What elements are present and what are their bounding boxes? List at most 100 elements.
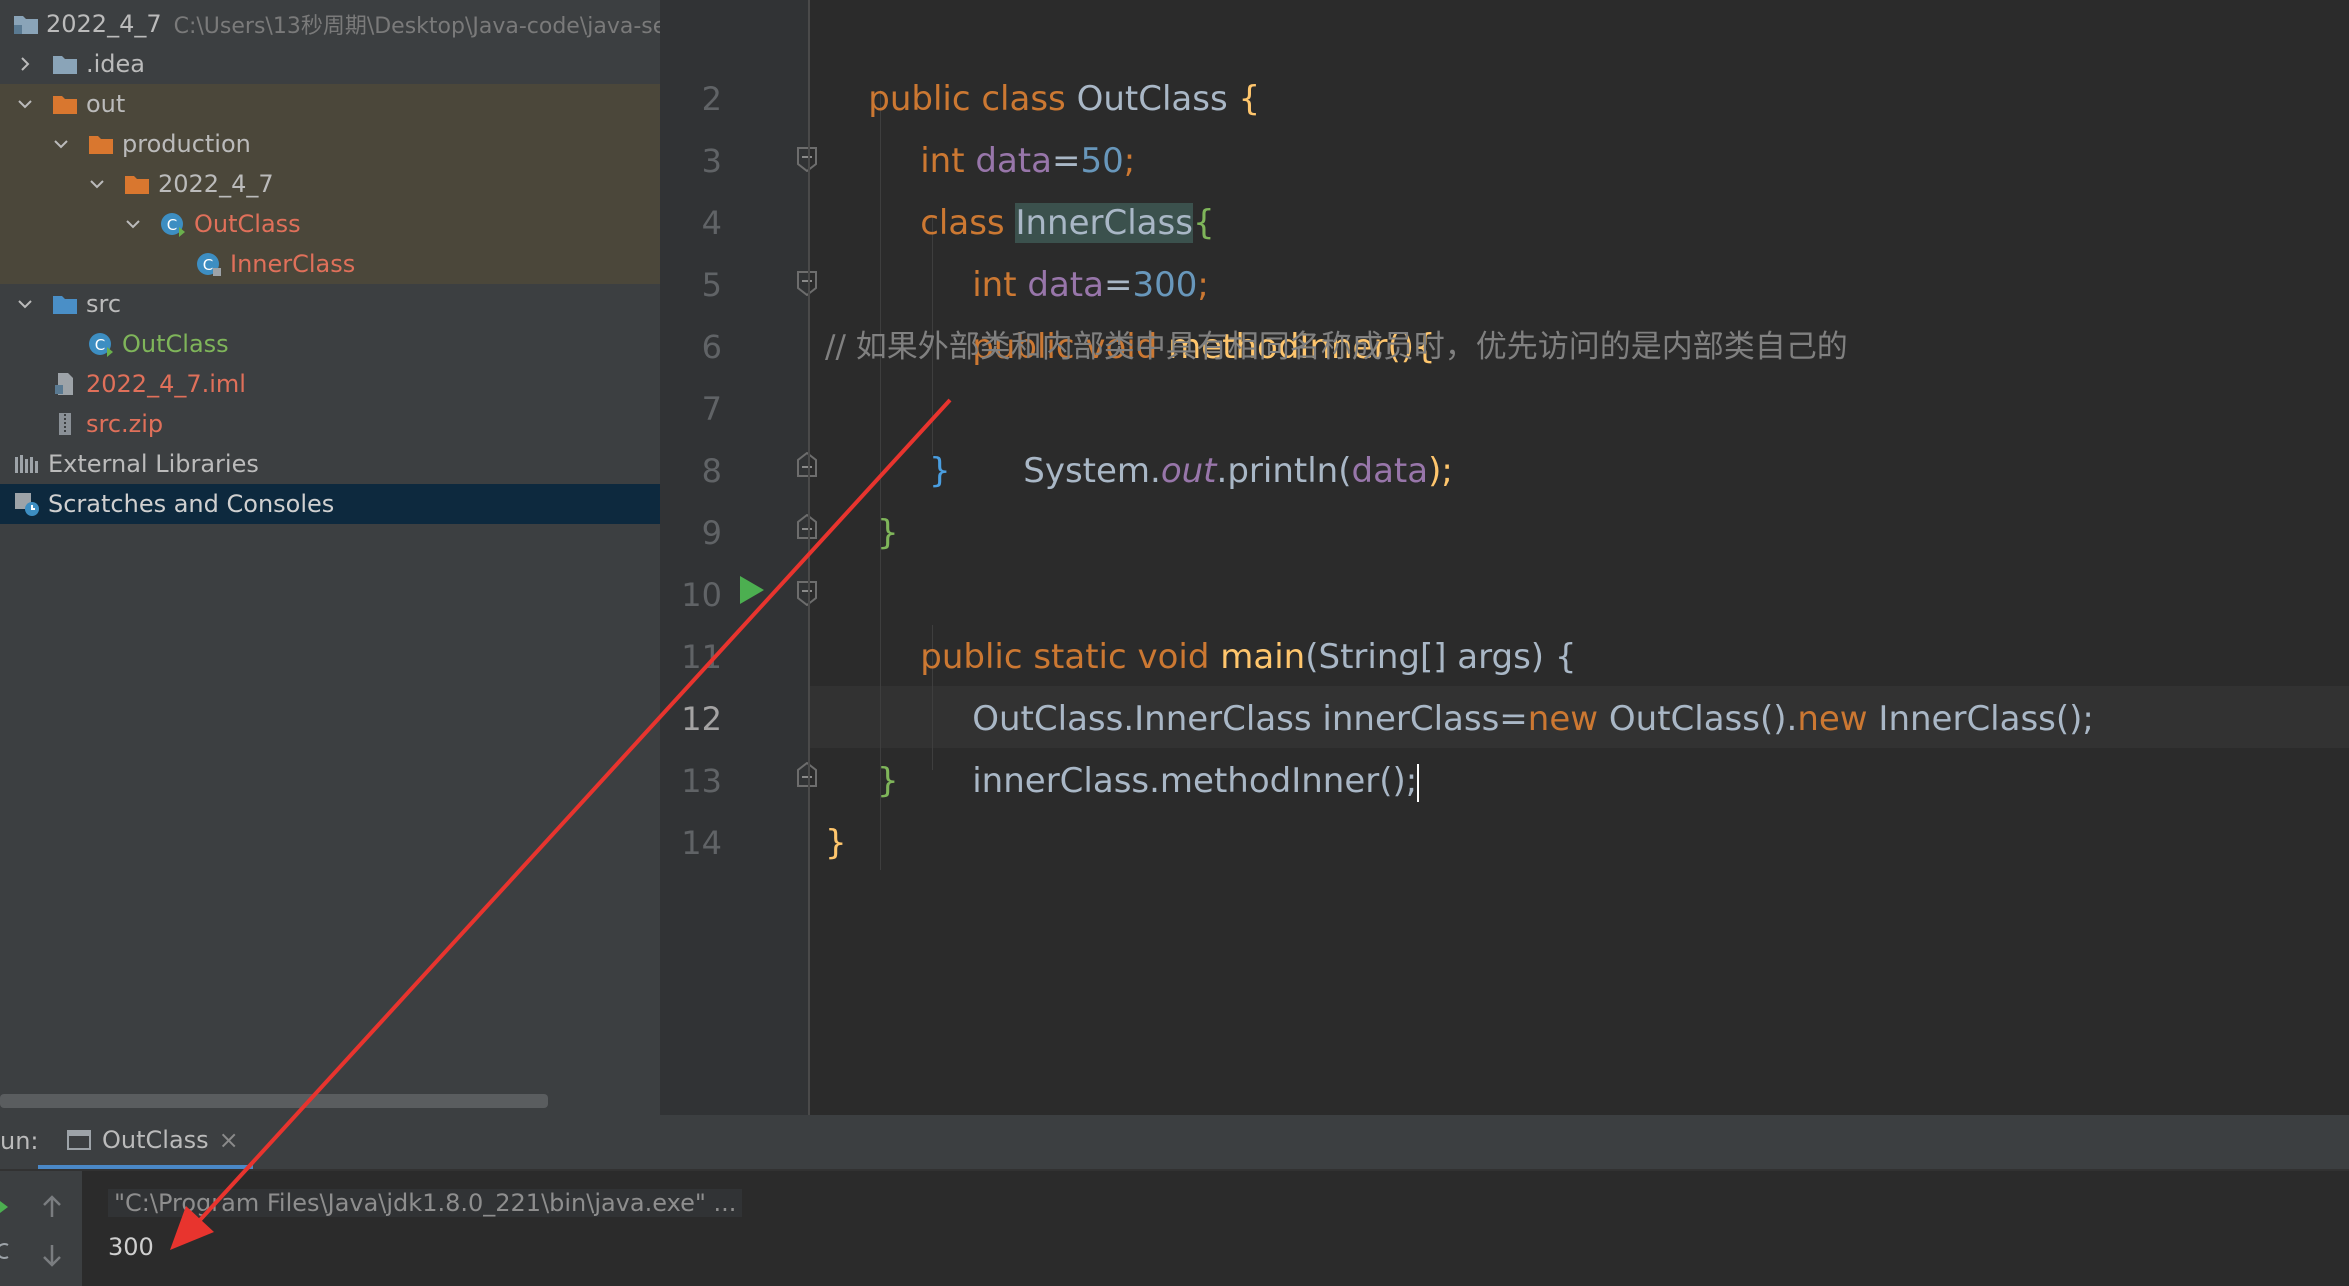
code-line-3: class InnerClass{ bbox=[877, 130, 1215, 243]
code-line-7: System.out.println(data); bbox=[980, 378, 1453, 491]
line-number: 9 bbox=[701, 514, 722, 552]
fold-end-icon[interactable] bbox=[796, 761, 818, 788]
source-folder-icon bbox=[50, 290, 80, 318]
run-tab-outclass[interactable]: OutClass × bbox=[38, 1115, 253, 1169]
code-line-14: } bbox=[825, 823, 847, 863]
tree-item-outclass-source[interactable]: C OutClass bbox=[0, 324, 660, 364]
excluded-folder-icon bbox=[122, 170, 152, 198]
code-token: new bbox=[1527, 699, 1599, 739]
tree-item-idea[interactable]: .idea bbox=[0, 44, 660, 84]
console-output-value: 300 bbox=[108, 1233, 154, 1261]
fold-toggle-icon[interactable] bbox=[796, 146, 818, 173]
text-caret bbox=[1417, 763, 1420, 802]
tree-item-scratches[interactable]: Scratches and Consoles bbox=[0, 484, 660, 524]
run-tab-label: OutClass bbox=[102, 1126, 209, 1154]
code-token: .println( bbox=[1216, 451, 1352, 491]
svg-text:C: C bbox=[203, 256, 213, 274]
run-main-icon[interactable] bbox=[736, 574, 766, 606]
code-line-5: public void methodInner(){ bbox=[929, 254, 1435, 367]
code-line-4: int data=300; bbox=[929, 192, 1209, 305]
code-editor[interactable]: 2 3 4 5 6 7 8 9 10 11 12 13 14 public cl… bbox=[660, 0, 2349, 1115]
svg-text:C: C bbox=[95, 336, 105, 354]
line-number: 8 bbox=[701, 452, 722, 490]
svg-text:C: C bbox=[167, 216, 177, 234]
line-number: 7 bbox=[701, 390, 722, 428]
chevron-down-icon[interactable] bbox=[122, 213, 144, 235]
tree-item-src[interactable]: src bbox=[0, 284, 660, 324]
horizontal-scrollbar[interactable] bbox=[0, 1094, 548, 1108]
code-line-12: innerClass.methodInner(); bbox=[929, 688, 1420, 802]
code-token: innerClass.methodInner(); bbox=[972, 761, 1418, 801]
scroll-down-icon[interactable] bbox=[38, 1241, 66, 1269]
console-icon bbox=[67, 1130, 91, 1150]
line-number: 13 bbox=[681, 762, 722, 800]
scratches-icon bbox=[12, 490, 42, 518]
tree-root-path: C:\Users\13秒周期\Desktop\Java-code\java-se… bbox=[173, 14, 660, 39]
excluded-folder-icon bbox=[86, 130, 116, 158]
line-number: 2 bbox=[701, 80, 722, 118]
archive-icon bbox=[50, 410, 80, 438]
tree-item-out[interactable]: out bbox=[0, 84, 660, 124]
run-tab-bar: un: OutClass × bbox=[0, 1115, 2349, 1171]
editor-gutter: 2 3 4 5 6 7 8 9 10 11 12 13 14 bbox=[660, 0, 817, 1115]
code-token: { bbox=[1227, 79, 1261, 119]
line-number: 10 bbox=[681, 576, 722, 614]
class-icon: C bbox=[86, 330, 116, 358]
code-token: new bbox=[1797, 699, 1868, 739]
tree-item-external-libraries[interactable]: External Libraries bbox=[0, 444, 660, 484]
code-line-1: public class OutClass { bbox=[825, 6, 1260, 119]
code-token: data bbox=[1351, 451, 1429, 491]
module-file-icon bbox=[50, 370, 80, 398]
chevron-right-icon[interactable] bbox=[14, 53, 36, 75]
code-line-8: } bbox=[929, 451, 951, 491]
tree-item-output-module[interactable]: 2022_4_7 bbox=[0, 164, 660, 204]
fold-end-icon[interactable] bbox=[796, 451, 818, 478]
line-number: 14 bbox=[681, 824, 722, 862]
tree-root[interactable]: 2022_4_7 C:\Users\13秒周期\Desktop\Java-cod… bbox=[0, 4, 660, 44]
gutter-divider bbox=[808, 0, 810, 1115]
tree-item-label: src.zip bbox=[86, 410, 164, 438]
tree-item-zip[interactable]: src.zip bbox=[0, 404, 660, 444]
console-output[interactable]: "C:\Program Files\Java\jdk1.8.0_221\bin\… bbox=[82, 1171, 2349, 1286]
libraries-icon bbox=[12, 450, 42, 478]
code-token: OutClass(). bbox=[1598, 699, 1798, 739]
line-number: 11 bbox=[681, 638, 722, 676]
tree-root-label: 2022_4_7 bbox=[46, 10, 162, 38]
code-line-13: } bbox=[877, 761, 899, 801]
module-folder-icon bbox=[12, 10, 40, 38]
line-number: 4 bbox=[701, 204, 722, 242]
folder-icon bbox=[50, 50, 80, 78]
tree-item-innerclass-compiled[interactable]: C InnerClass bbox=[0, 244, 660, 284]
fold-end-icon[interactable] bbox=[796, 513, 818, 540]
tree-item-label: InnerClass bbox=[230, 250, 356, 278]
tree-item-iml[interactable]: 2022_4_7.iml bbox=[0, 364, 660, 404]
fold-toggle-icon[interactable] bbox=[796, 270, 818, 297]
tree-item-label: .idea bbox=[86, 50, 146, 78]
class-icon: C bbox=[194, 250, 224, 278]
chevron-down-icon[interactable] bbox=[14, 293, 36, 315]
chevron-down-icon[interactable] bbox=[50, 133, 72, 155]
chevron-down-icon[interactable] bbox=[86, 173, 108, 195]
code-line-10: public static void main(String[] args) { bbox=[877, 564, 1576, 677]
code-token: ); bbox=[1428, 451, 1453, 491]
close-icon[interactable]: × bbox=[219, 1126, 239, 1154]
tree-item-label: OutClass bbox=[194, 210, 301, 238]
tree-item-label: OutClass bbox=[122, 330, 229, 358]
tree-item-label: 2022_4_7.iml bbox=[86, 370, 246, 398]
class-icon: C bbox=[158, 210, 188, 238]
tree-item-label: External Libraries bbox=[48, 450, 259, 478]
tree-item-label: production bbox=[122, 130, 251, 158]
refresh-icon[interactable] bbox=[0, 1237, 10, 1265]
run-toolbar bbox=[0, 1171, 82, 1286]
line-number: 5 bbox=[701, 266, 722, 304]
fold-toggle-icon[interactable] bbox=[796, 580, 818, 607]
scroll-up-icon[interactable] bbox=[38, 1193, 66, 1221]
line-number: 6 bbox=[701, 328, 722, 366]
run-tool-window: un: OutClass × "C:\Program Files\Java\jd… bbox=[0, 1115, 2349, 1286]
chevron-down-icon[interactable] bbox=[14, 93, 36, 115]
tree-item-outclass-compiled[interactable]: C OutClass bbox=[0, 204, 660, 244]
rerun-icon[interactable] bbox=[0, 1193, 10, 1221]
line-number-current: 12 bbox=[681, 700, 722, 738]
project-tool-window: 2022_4_7 C:\Users\13秒周期\Desktop\Java-cod… bbox=[0, 0, 660, 1115]
tree-item-production[interactable]: production bbox=[0, 124, 660, 164]
